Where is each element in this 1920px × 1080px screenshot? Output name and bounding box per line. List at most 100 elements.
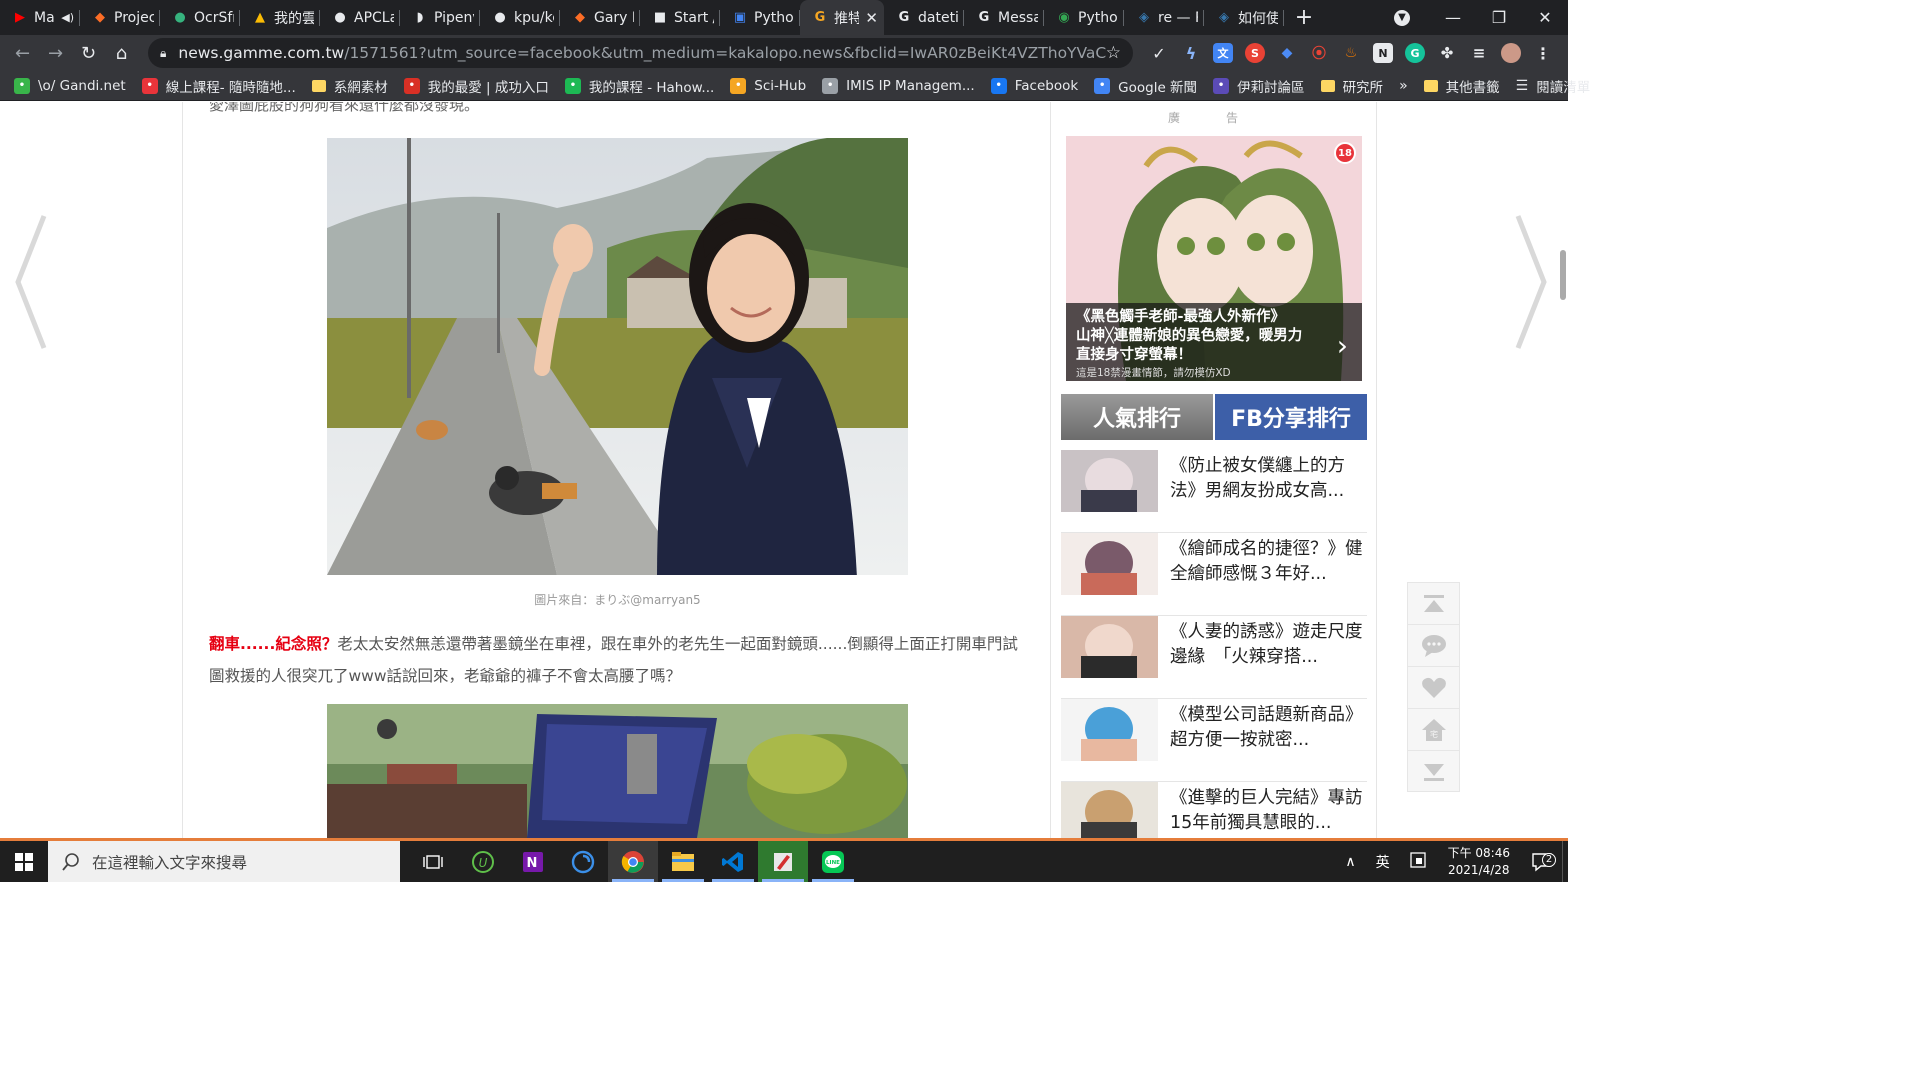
show-hidden-icons-chevron-icon[interactable]: ∧ bbox=[1335, 854, 1365, 870]
s-extension-icon[interactable]: S bbox=[1245, 43, 1265, 63]
ranking-title[interactable]: 《防止被女僕纏上的方法》男網友扮成女高... bbox=[1170, 454, 1367, 504]
grammarly-icon[interactable]: G bbox=[1405, 43, 1425, 63]
ime-indicator[interactable]: 英 bbox=[1366, 852, 1400, 872]
diamond-extension-icon[interactable]: ◆ bbox=[1277, 43, 1297, 63]
bookmark-item[interactable]: • IMIS IP Managem... bbox=[822, 77, 975, 94]
ranking-thumbnail[interactable] bbox=[1061, 533, 1158, 595]
reload-button[interactable]: ↻ bbox=[72, 37, 105, 70]
notification-center-button[interactable]: 2 bbox=[1522, 851, 1562, 873]
bookmark-item[interactable]: • 伊莉討論區 bbox=[1213, 76, 1305, 96]
scroll-to-bottom-button[interactable] bbox=[1408, 751, 1459, 793]
lightning-extension-icon[interactable]: ϟ bbox=[1181, 43, 1201, 63]
like-button[interactable] bbox=[1408, 667, 1459, 709]
bookmark-item[interactable]: 研究所 bbox=[1320, 76, 1383, 96]
browser-tab[interactable]: ● APCLab bbox=[320, 0, 400, 35]
notion-extension-icon[interactable]: N bbox=[1373, 43, 1393, 63]
bookmark-star-icon[interactable]: ☆ bbox=[1106, 43, 1121, 63]
avatar[interactable] bbox=[1501, 43, 1521, 63]
ranking-title[interactable]: 《進擊的巨人完結》專訪15年前獨具慧眼的... bbox=[1170, 786, 1367, 836]
task-view-button[interactable] bbox=[408, 841, 458, 882]
back-button[interactable]: ← bbox=[6, 37, 39, 70]
taskbar-app-upwork[interactable]: U bbox=[458, 841, 508, 882]
comment-button[interactable] bbox=[1408, 625, 1459, 667]
browser-tab[interactable]: G 推特 ✕ bbox=[800, 0, 884, 35]
ranking-thumbnail[interactable] bbox=[1061, 450, 1158, 512]
minimize-button[interactable]: — bbox=[1430, 8, 1476, 27]
browser-tab[interactable]: ■ Start / bbox=[640, 0, 720, 35]
ranking-item[interactable]: 《繪師成名的捷徑？》健全繪師感慨３年好... bbox=[1061, 533, 1367, 616]
taskbar-app-chrome[interactable] bbox=[608, 841, 658, 882]
more-bookmarks-icon[interactable]: » bbox=[1399, 78, 1408, 94]
ranking-item[interactable]: 《人妻的誘惑》遊走尺度邊緣 「火辣穿搭... bbox=[1061, 616, 1367, 699]
taskbar-app-writer[interactable] bbox=[758, 841, 808, 882]
check-extension-icon[interactable]: ✓ bbox=[1149, 43, 1169, 63]
browser-tab[interactable]: G Messa bbox=[964, 0, 1044, 35]
manga-ad-banner[interactable]: 18 《黑色觸手老師-最強人外新作》 山神╳連體新娘的異色戀愛，暖男力 直接身寸… bbox=[1066, 136, 1362, 381]
previous-article-arrow-icon[interactable] bbox=[10, 212, 50, 352]
lock-icon[interactable]: 🔒︎ bbox=[160, 46, 166, 61]
browser-tab[interactable]: ◈ re — R bbox=[1124, 0, 1204, 35]
record-extension-icon[interactable]: ⦿ bbox=[1309, 43, 1329, 63]
browser-tab[interactable]: ◆ Project bbox=[80, 0, 160, 35]
bookmark-item[interactable]: • Sci-Hub bbox=[730, 77, 806, 94]
browser-menu-icon[interactable]: ⋮ bbox=[1533, 43, 1553, 63]
bookmark-item[interactable]: • Facebook bbox=[990, 77, 1078, 94]
taskbar-search-input[interactable]: 在這裡輸入文字來搜尋 bbox=[48, 841, 400, 882]
browser-tab[interactable]: ◉ Python bbox=[1044, 0, 1124, 35]
start-button[interactable] bbox=[0, 841, 48, 882]
taskbar-app-line[interactable]: LINE bbox=[808, 841, 858, 882]
ranking-thumbnail[interactable] bbox=[1061, 699, 1158, 761]
taskbar-app-onenote[interactable]: N bbox=[508, 841, 558, 882]
taskbar-app-vscode[interactable] bbox=[708, 841, 758, 882]
bookmark-item[interactable]: • 我的課程 - Hahow... bbox=[564, 76, 714, 96]
bookmark-item[interactable]: • 我的最愛 | 成功入口 bbox=[403, 76, 549, 96]
page-scrollbar[interactable] bbox=[1560, 250, 1566, 300]
address-bar[interactable]: 🔒︎ news.gamme.com.tw/1571561?utm_source=… bbox=[148, 38, 1133, 68]
tab-fb-share-ranking[interactable]: FB分享排行 bbox=[1215, 394, 1367, 440]
taskbar-app-file-explorer[interactable] bbox=[658, 841, 708, 882]
ranking-thumbnail[interactable] bbox=[1061, 782, 1158, 838]
url-text[interactable]: news.gamme.com.tw/1571561?utm_source=fac… bbox=[178, 44, 1105, 62]
profile-menu-icon[interactable]: ▼ bbox=[1394, 9, 1430, 26]
close-window-button[interactable]: ✕ bbox=[1522, 8, 1568, 27]
show-desktop-button[interactable] bbox=[1562, 841, 1568, 882]
ranking-title[interactable]: 《模型公司話題新商品》超方便一按就密... bbox=[1170, 703, 1367, 753]
browser-tab[interactable]: ◗ Pipenv bbox=[400, 0, 480, 35]
bookmark-item[interactable]: ☰ 閱讀清單 bbox=[1516, 76, 1591, 96]
ranking-title[interactable]: 《繪師成名的捷徑？》健全繪師感慨３年好... bbox=[1170, 537, 1367, 587]
scroll-to-top-button[interactable] bbox=[1408, 583, 1459, 625]
next-article-arrow-icon[interactable] bbox=[1512, 212, 1552, 352]
close-tab-icon[interactable]: ✕ bbox=[865, 9, 878, 27]
home-button[interactable]: ⌂ bbox=[105, 37, 138, 70]
ranking-title[interactable]: 《人妻的誘惑》遊走尺度邊緣 「火辣穿搭... bbox=[1170, 620, 1367, 670]
new-tab-button[interactable]: + bbox=[1284, 5, 1324, 30]
bookmark-item[interactable]: • 線上課程- 隨時隨地... bbox=[141, 76, 296, 96]
ime-mode-icon[interactable] bbox=[1400, 851, 1436, 872]
extensions-puzzle-icon[interactable]: ✤ bbox=[1437, 43, 1457, 63]
browser-tab[interactable]: ● OcrSfrs bbox=[160, 0, 240, 35]
bookmark-item[interactable]: 系網素材 bbox=[311, 76, 388, 96]
media-control-icon[interactable]: ≡ bbox=[1469, 43, 1489, 63]
audio-playing-icon[interactable]: ◀) bbox=[61, 11, 74, 24]
ranking-item[interactable]: 《模型公司話題新商品》超方便一按就密... bbox=[1061, 699, 1367, 782]
bookmark-item[interactable]: • Google 新聞 bbox=[1094, 76, 1197, 96]
forward-button[interactable]: → bbox=[39, 37, 72, 70]
browser-tab[interactable]: ◆ Gary Le bbox=[560, 0, 640, 35]
browser-tab[interactable]: ◈ 如何使 bbox=[1204, 0, 1284, 35]
taskbar-app-browser[interactable] bbox=[558, 841, 608, 882]
browser-tab[interactable]: ▲ 我的雲端 bbox=[240, 0, 320, 35]
browser-tab[interactable]: ● kpu/ke bbox=[480, 0, 560, 35]
ranking-item[interactable]: 《防止被女僕纏上的方法》男網友扮成女高... bbox=[1061, 450, 1367, 533]
bookmark-item[interactable]: • \o/ Gandi.net bbox=[14, 77, 126, 94]
system-clock[interactable]: 下午 08:46 2021/4/28 bbox=[1436, 845, 1522, 879]
browser-tab[interactable]: Gdatetim bbox=[884, 0, 964, 35]
home-otaku-button[interactable]: 宅 bbox=[1408, 709, 1459, 751]
browser-tab[interactable]: ▶ Ma ◀) bbox=[0, 0, 80, 35]
fire-extension-icon[interactable]: ♨ bbox=[1341, 43, 1361, 63]
browser-tab[interactable]: ▣ Python bbox=[720, 0, 800, 35]
google-translate-icon[interactable]: 文 bbox=[1213, 43, 1233, 63]
ranking-item[interactable]: 《進擊的巨人完結》專訪15年前獨具慧眼的... bbox=[1061, 782, 1367, 838]
chevron-right-icon[interactable]: › bbox=[1337, 329, 1348, 362]
maximize-button[interactable]: ❐ bbox=[1476, 8, 1522, 27]
bookmark-item[interactable]: 其他書籤 bbox=[1423, 76, 1500, 96]
